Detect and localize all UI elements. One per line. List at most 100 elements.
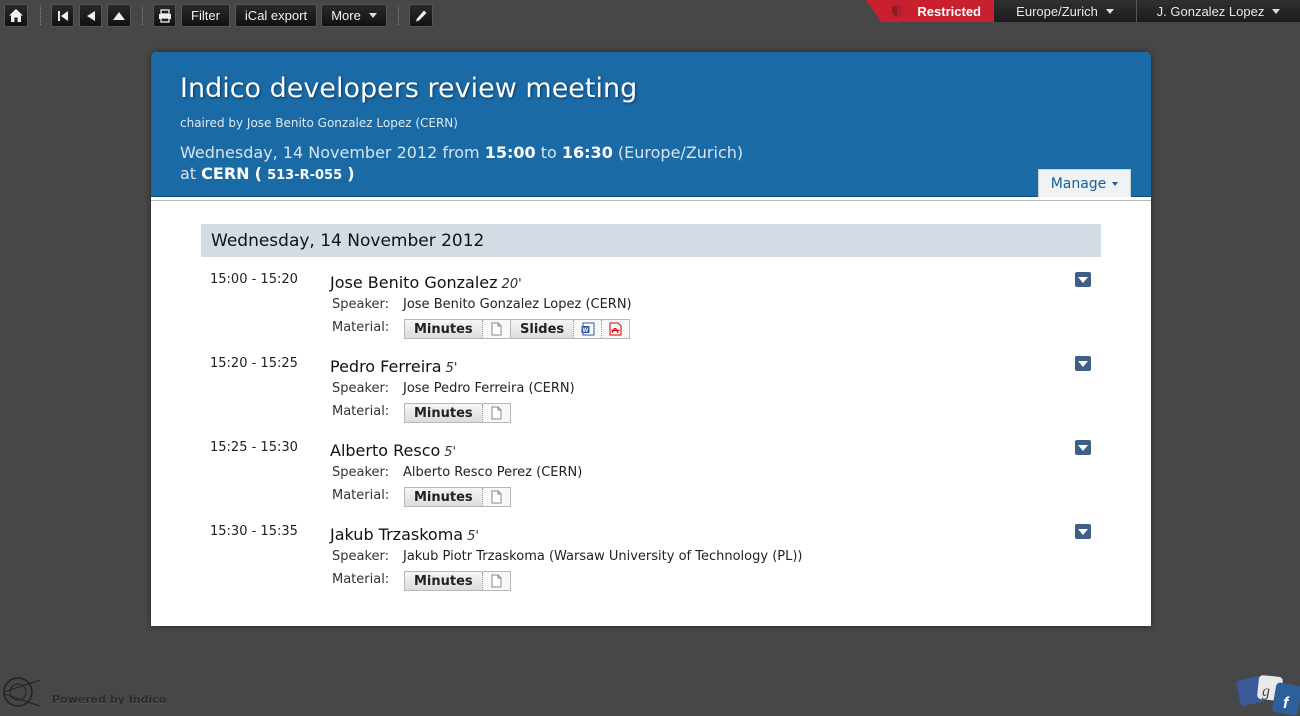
- pencil-icon: [416, 10, 427, 21]
- contribution-title[interactable]: Jakub Trzaskoma 5': [330, 525, 479, 544]
- contribution-title[interactable]: Jose Benito Gonzalez 20': [330, 273, 522, 292]
- material-minutes[interactable]: Minutes: [404, 319, 511, 339]
- contribution-duration: 5': [445, 361, 458, 376]
- event-title: Indico developers review meeting: [180, 73, 638, 104]
- edit-button[interactable]: [409, 4, 433, 27]
- speaker-label: Speaker:: [332, 381, 390, 396]
- contribution-title[interactable]: Alberto Resco 5': [330, 441, 456, 460]
- first-event-button[interactable]: [51, 4, 74, 27]
- home-button[interactable]: [4, 4, 28, 27]
- svg-text:g: g: [1262, 683, 1270, 700]
- material-name: Minutes: [405, 488, 482, 506]
- up-category-button[interactable]: [107, 4, 131, 27]
- material-name: Minutes: [405, 572, 482, 590]
- material-label: Material:: [332, 488, 390, 503]
- arrow-up-icon: [113, 11, 125, 20]
- speaker-label: Speaker:: [332, 549, 390, 564]
- event-at-word: at: [180, 164, 197, 183]
- timezone-menu[interactable]: Europe/Zurich: [993, 0, 1136, 22]
- contribution-time: 15:30 - 15:35: [210, 524, 298, 539]
- material-name: Minutes: [405, 404, 482, 422]
- toolbar-separator: [142, 6, 143, 25]
- contribution-menu-button[interactable]: [1075, 356, 1091, 371]
- contribution-title-text: Alberto Resco: [330, 441, 441, 460]
- more-menu-button[interactable]: More: [321, 4, 387, 27]
- user-name: J. Gonzalez Lopez: [1156, 3, 1265, 19]
- material-name: Slides: [511, 320, 574, 338]
- chevron-down-icon: [1078, 360, 1088, 367]
- event-to-word: to: [540, 143, 557, 162]
- contribution-row: 15:00 - 15:20 Jose Benito Gonzalez 20' Sp…: [151, 269, 1151, 353]
- speaker-label: Speaker:: [332, 465, 390, 480]
- material-slides[interactable]: Slides W: [510, 319, 631, 339]
- contribution-menu-button[interactable]: [1075, 524, 1091, 539]
- pdf-icon[interactable]: [601, 320, 630, 338]
- contribution-title[interactable]: Pedro Ferreira 5': [330, 357, 457, 376]
- event-chairperson: chaired by Jose Benito Gonzalez Lopez (C…: [180, 116, 458, 130]
- event-venue: CERN: [201, 164, 250, 183]
- toolbar-separator: [398, 6, 399, 25]
- home-icon: [9, 9, 23, 22]
- event-room: 513-R-055: [267, 168, 343, 183]
- material-minutes[interactable]: Minutes: [404, 487, 511, 507]
- event-date-text: Wednesday, 14 November 2012 from: [180, 143, 480, 162]
- document-icon[interactable]: [481, 404, 510, 422]
- chevron-down-icon: [1078, 528, 1088, 535]
- event-header: Indico developers review meeting chaired…: [151, 52, 1151, 197]
- event-date: Wednesday, 14 November 2012 from 15:00 t…: [180, 143, 743, 162]
- restricted-label: Restricted: [917, 3, 981, 19]
- contribution-duration: 20': [501, 277, 522, 292]
- speaker-name: Jose Benito Gonzalez Lopez (CERN): [403, 297, 632, 312]
- material-label: Material:: [332, 320, 390, 335]
- chevron-down-icon: [368, 13, 377, 18]
- event-start-time: 15:00: [484, 143, 536, 162]
- material-label: Material:: [332, 404, 390, 419]
- material-label: Material:: [332, 572, 390, 587]
- chevron-down-icon: [1078, 444, 1088, 451]
- print-button[interactable]: [153, 4, 176, 27]
- contribution-time: 15:20 - 15:25: [210, 356, 298, 371]
- restricted-badge[interactable]: Restricted: [866, 0, 993, 22]
- contribution-menu-button[interactable]: [1075, 272, 1091, 287]
- arrow-left-icon: [86, 10, 95, 21]
- material-name: Minutes: [405, 320, 482, 338]
- material-minutes[interactable]: Minutes: [404, 571, 511, 591]
- ical-export-button[interactable]: iCal export: [235, 4, 317, 27]
- contribution-row: 15:30 - 15:35 Jakub Trzaskoma 5' Speaker:…: [151, 521, 1151, 605]
- toolbar-separator: [40, 6, 41, 25]
- document-icon[interactable]: [481, 572, 510, 590]
- cern-logo-icon[interactable]: [0, 672, 44, 712]
- manage-label: Manage: [1050, 175, 1107, 192]
- top-toolbar: Filter iCal export More Restricted Europ…: [0, 0, 1300, 30]
- filter-button[interactable]: Filter: [181, 4, 230, 27]
- word-document-icon[interactable]: W: [573, 320, 602, 338]
- event-timezone: (Europe/Zurich): [617, 143, 744, 162]
- material-minutes[interactable]: Minutes: [404, 403, 511, 423]
- event-end-time: 16:30: [561, 143, 613, 162]
- contribution-title-text: Jose Benito Gonzalez: [330, 273, 498, 292]
- document-icon[interactable]: [481, 488, 510, 506]
- contribution-row: 15:25 - 15:30 Alberto Resco 5' Speaker: A…: [151, 437, 1151, 521]
- social-share-icon[interactable]: g f: [1236, 672, 1300, 716]
- manage-button[interactable]: Manage: [1038, 169, 1131, 197]
- room-open-paren: (: [254, 164, 262, 183]
- contribution-title-text: Jakub Trzaskoma: [330, 525, 464, 544]
- speaker-name: Jose Pedro Ferreira (CERN): [403, 381, 575, 396]
- header-divider: [151, 200, 1151, 201]
- document-icon[interactable]: [481, 320, 510, 338]
- timezone-label: Europe/Zurich: [1016, 3, 1098, 19]
- contribution-row: 15:20 - 15:25 Pedro Ferreira 5' Speaker: …: [151, 353, 1151, 437]
- contribution-time: 15:00 - 15:20: [210, 272, 298, 287]
- svg-text:W: W: [582, 328, 588, 334]
- shield-icon: [892, 5, 902, 17]
- chevron-down-icon: [1112, 181, 1119, 186]
- previous-event-button[interactable]: [79, 4, 102, 27]
- user-menu[interactable]: J. Gonzalez Lopez: [1136, 0, 1300, 22]
- event-card: Indico developers review meeting chaired…: [151, 52, 1151, 626]
- day-header: Wednesday, 14 November 2012: [201, 224, 1101, 257]
- skip-first-icon: [57, 10, 68, 21]
- speaker-name: Alberto Resco Perez (CERN): [403, 465, 583, 480]
- printer-icon: [158, 8, 171, 23]
- contribution-menu-button[interactable]: [1075, 440, 1091, 455]
- powered-by-indico: Powered by Indico: [52, 693, 167, 706]
